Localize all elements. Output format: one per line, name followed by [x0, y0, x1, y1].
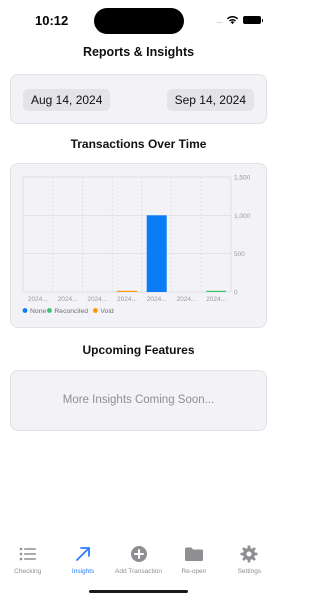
- tab-label: Re-open: [181, 568, 207, 575]
- y-tick-label: 1,000: [234, 213, 251, 220]
- tab-bar: Checking Insights Add Transaction Re-ope…: [0, 538, 277, 580]
- plus-circle-icon: [129, 544, 149, 564]
- trend-arrow-icon: [73, 544, 93, 564]
- folder-icon: [184, 544, 204, 564]
- coming-soon-card: More Insights Coming Soon...: [10, 370, 267, 431]
- tab-insights[interactable]: Insights: [55, 538, 110, 580]
- upcoming-title: Upcoming Features: [82, 343, 195, 357]
- battery-icon: [243, 16, 263, 24]
- chart-title: Transactions Over Time: [70, 137, 207, 151]
- legend-marker: [47, 308, 52, 313]
- y-tick-label: 1,500: [234, 175, 251, 182]
- status-bar: 10:12 ....: [0, 0, 277, 44]
- coming-soon-text: More Insights Coming Soon...: [62, 394, 215, 406]
- bar-none: [146, 215, 167, 292]
- chart-card: 0 500 1,000 1,500 2024... 2024... 2024... 2024.…: [10, 163, 267, 328]
- x-tick-label: 2024...: [28, 296, 48, 303]
- legend-label: Void: [100, 308, 113, 315]
- wifi-icon: [226, 16, 239, 25]
- x-tick-label: 2024...: [87, 296, 107, 303]
- status-time: 10:12: [35, 13, 69, 28]
- x-tick-label: 2024...: [117, 296, 137, 303]
- dynamic-island: [94, 8, 184, 34]
- tab-reopen[interactable]: Re-open: [166, 538, 221, 580]
- bar-void: [117, 290, 137, 292]
- y-tick-label: 500: [234, 251, 245, 258]
- legend-marker: [22, 308, 28, 313]
- bar-reconciled: [206, 290, 227, 292]
- y-tick-label: 0: [234, 290, 238, 297]
- tab-add-transaction[interactable]: Add Transaction: [111, 538, 166, 580]
- date-range-card: Aug 14, 2024 Sep 14, 2024: [10, 74, 267, 124]
- tab-checking[interactable]: Checking: [0, 538, 55, 580]
- signal-icon: ....: [215, 15, 223, 25]
- x-tick-label: 2024...: [58, 296, 78, 303]
- start-date-picker[interactable]: Aug 14, 2024: [23, 89, 111, 111]
- tab-label: Add Transaction: [115, 568, 162, 575]
- page-title: Reports & Insights: [82, 45, 195, 59]
- tab-label: Insights: [71, 568, 95, 575]
- home-indicator: [89, 590, 188, 593]
- status-icons: ....: [215, 15, 263, 25]
- transactions-chart: 0 500 1,000 1,500 2024... 2024... 2024... 2024.…: [22, 175, 251, 315]
- x-tick-label: 2024...: [176, 296, 196, 303]
- legend-label: Reconciled: [54, 308, 88, 315]
- legend-marker: [93, 308, 98, 313]
- tab-settings[interactable]: Settings: [222, 538, 277, 580]
- legend-label: None: [30, 308, 46, 315]
- list-icon: [18, 544, 38, 564]
- tab-label: Checking: [14, 568, 42, 575]
- gear-icon: [239, 544, 259, 564]
- x-tick-label: 2024...: [206, 296, 226, 303]
- tab-label: Settings: [237, 568, 262, 575]
- end-date-picker[interactable]: Sep 14, 2024: [166, 89, 254, 111]
- x-tick-label: 2024...: [147, 296, 167, 303]
